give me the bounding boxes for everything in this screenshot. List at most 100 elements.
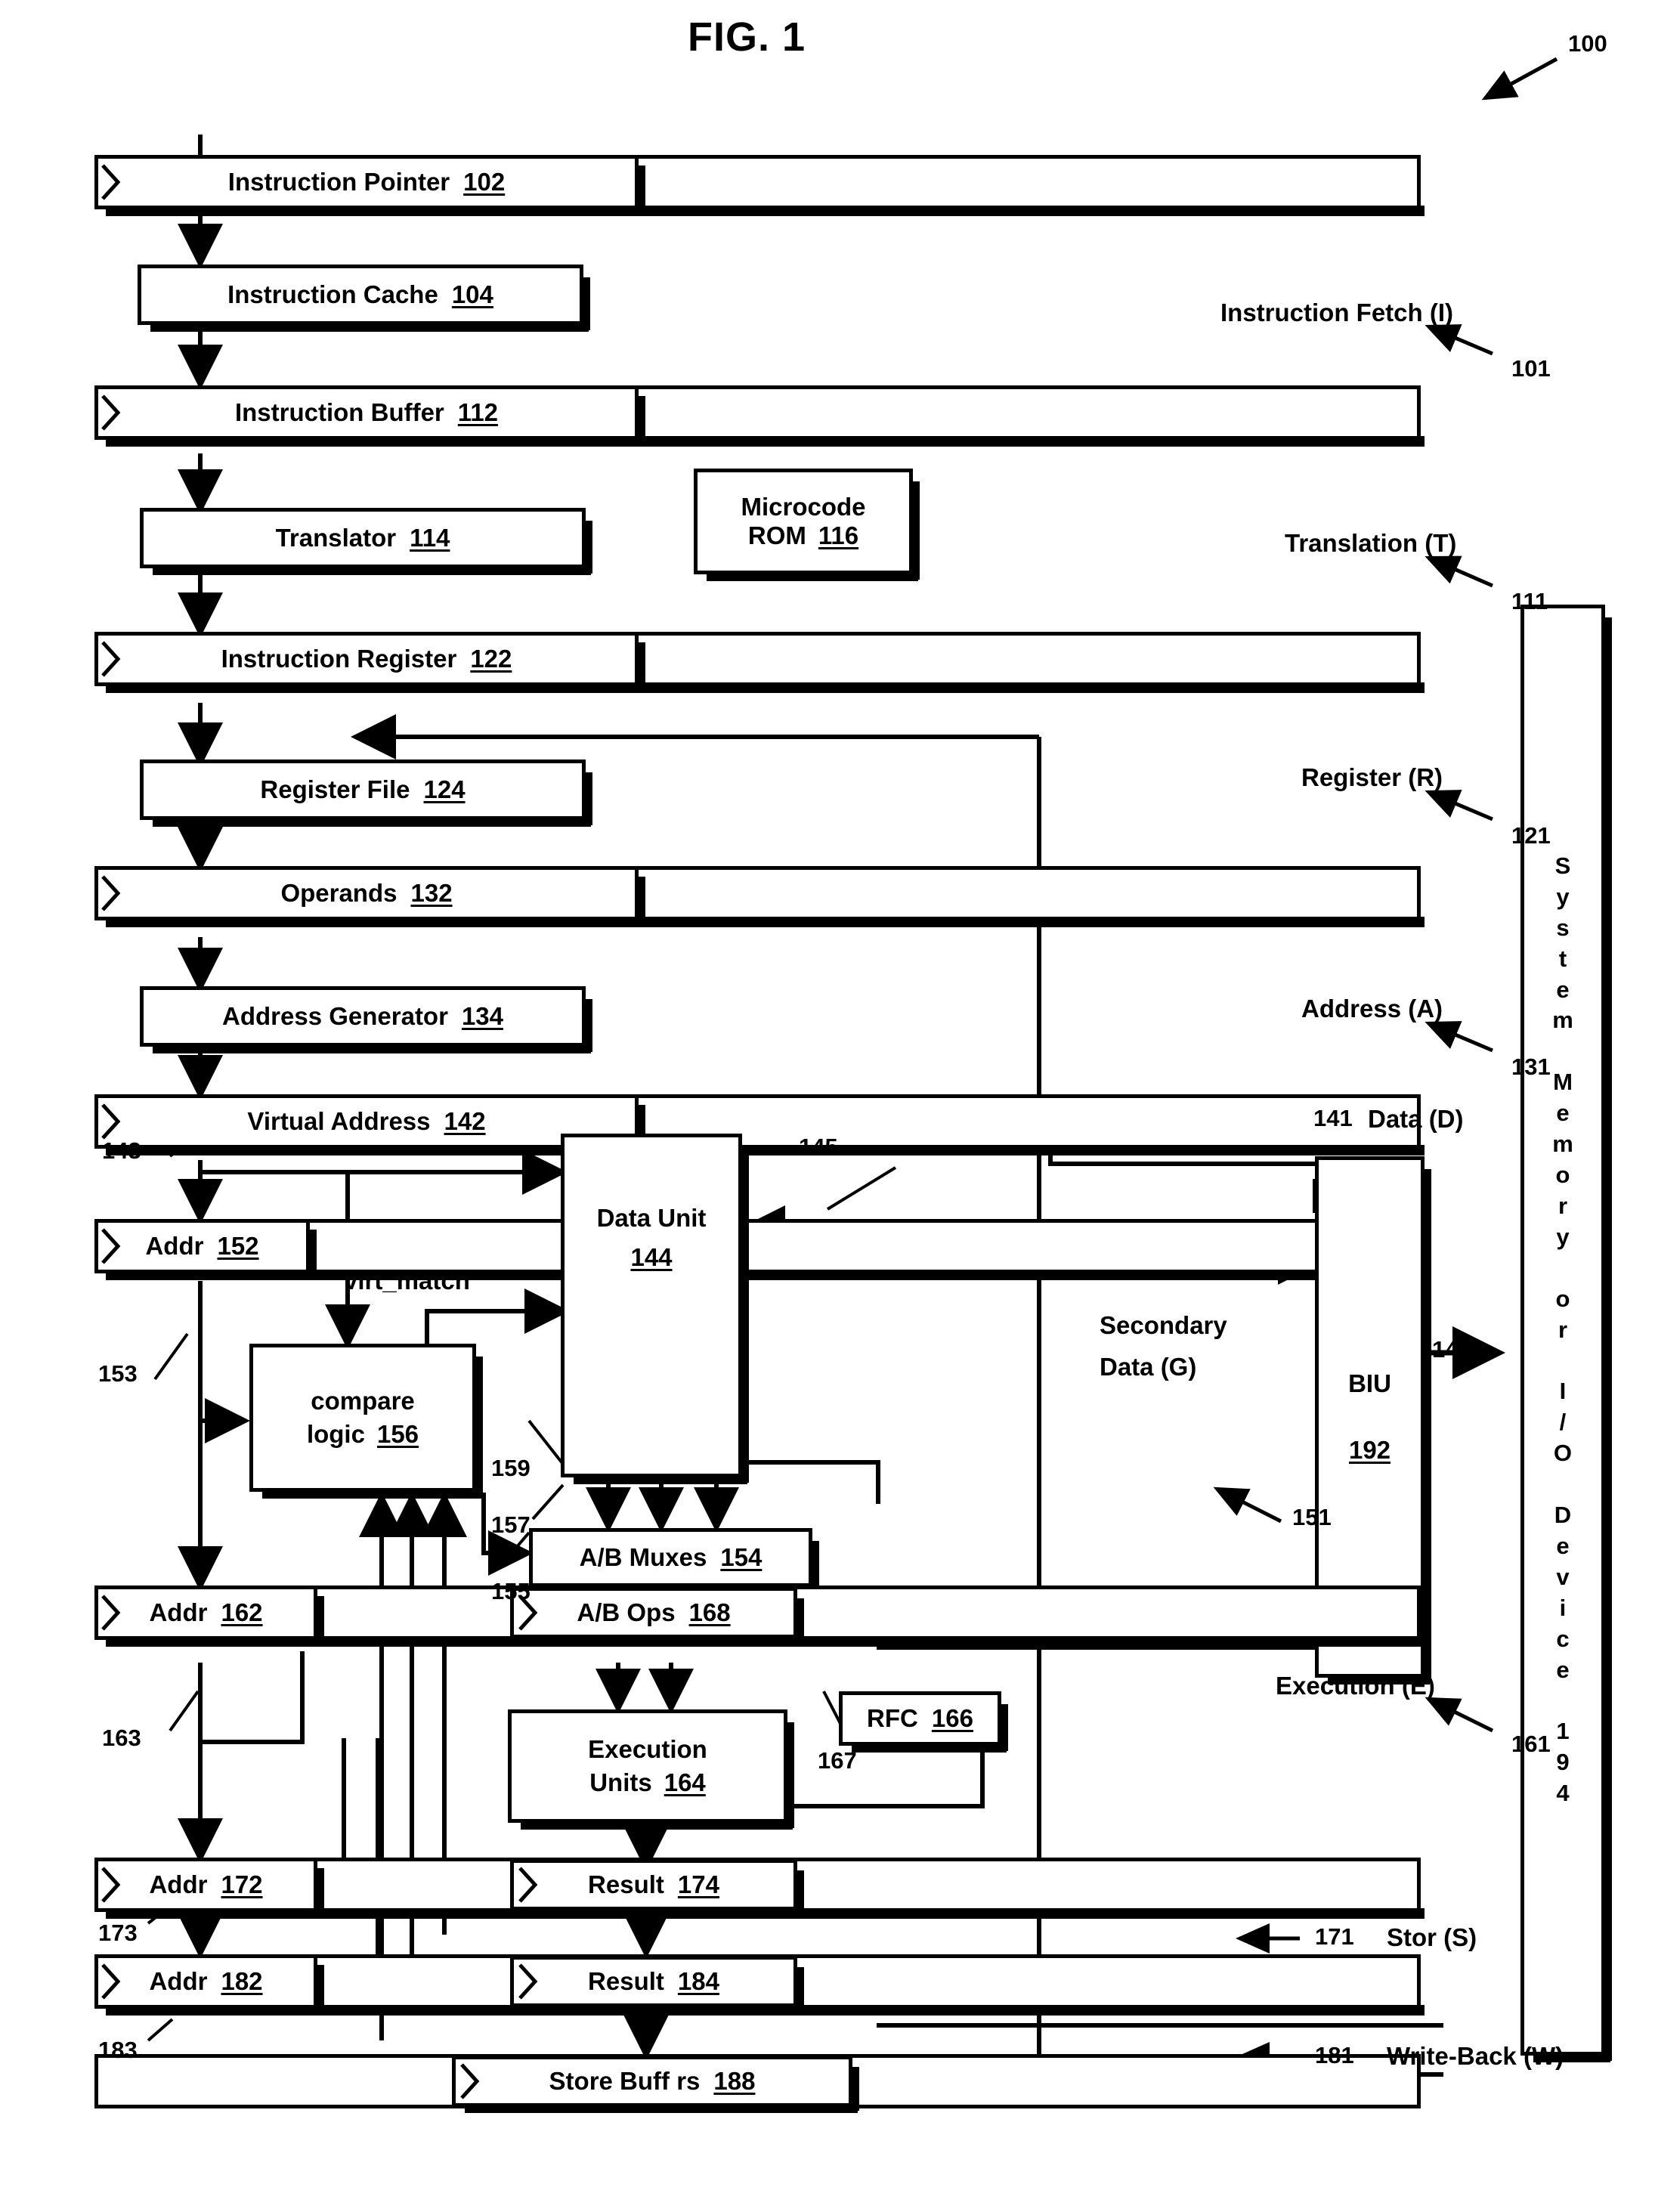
addr-152-ref: 152 bbox=[217, 1232, 259, 1260]
latch-result-174: Result 174 bbox=[510, 1859, 804, 1917]
latch-chevron-icon bbox=[101, 641, 121, 677]
register-file-ref: 124 bbox=[423, 775, 466, 804]
instruction-register-ref: 122 bbox=[470, 645, 512, 673]
instruction-pointer-ref: 102 bbox=[463, 168, 506, 196]
address-generator-label: Address Generator bbox=[222, 1002, 448, 1031]
ref-numeral-143: 143 bbox=[102, 1137, 141, 1164]
address-generator-ref: 134 bbox=[461, 1002, 503, 1031]
latch-virtual-address: Virtual Address 142 bbox=[94, 1094, 1425, 1155]
ref-numeral-141: 141 bbox=[1313, 1105, 1353, 1131]
ref-numeral-159: 159 bbox=[491, 1455, 531, 1481]
latch-chevron-icon bbox=[101, 394, 121, 431]
box-microcode-rom: Microcode ROM 116 bbox=[694, 469, 920, 581]
result-184-label: Result bbox=[588, 1967, 664, 1995]
latch-instruction-pointer: Instruction Pointer 102 bbox=[94, 155, 1425, 216]
ab-muxes-label: A/B Muxes bbox=[579, 1543, 707, 1572]
virtual-address-ref: 142 bbox=[444, 1107, 486, 1135]
result-184-ref: 184 bbox=[677, 1967, 719, 1995]
latch-addr-152: Addr 152 bbox=[94, 1219, 1425, 1280]
instruction-buffer-label: Instruction Buffer bbox=[234, 398, 444, 426]
box-execution-units: Execution Units 164 bbox=[508, 1709, 794, 1830]
ref-numeral-167: 167 bbox=[818, 1747, 857, 1774]
latch-chevron-icon bbox=[101, 1228, 121, 1264]
microcode-rom-ref: 116 bbox=[818, 521, 859, 549]
operands-label: Operands bbox=[280, 879, 398, 907]
addr-162-label: Addr bbox=[149, 1598, 208, 1626]
ref-numeral-148: 148 bbox=[1432, 1336, 1471, 1363]
stage-label-data: Data (D) bbox=[1368, 1105, 1464, 1133]
stage-label-instruction-fetch: Instruction Fetch (I) bbox=[1220, 299, 1453, 326]
addr-182-ref: 182 bbox=[221, 1967, 263, 1995]
stage-label-secondary-data-line2: Data (G) bbox=[1100, 1353, 1197, 1381]
box-data-unit: Data Unit 144 bbox=[561, 1134, 749, 1484]
stage-label-write-back: Write-Back (W) bbox=[1387, 2042, 1564, 2070]
ref-numeral-157: 157 bbox=[491, 1511, 531, 1538]
addr-182-label: Addr bbox=[149, 1967, 208, 1995]
latch-instruction-buffer: Instruction Buffer 112 bbox=[94, 385, 1425, 447]
latch-result-184: Result 184 bbox=[510, 1956, 804, 2013]
compare-logic-label-line1: compare bbox=[311, 1387, 415, 1415]
biu-ref: 192 bbox=[1348, 1436, 1391, 1464]
execution-units-label-line1: Execution bbox=[588, 1735, 707, 1764]
result-174-label: Result bbox=[588, 1870, 664, 1898]
register-file-label: Register File bbox=[260, 775, 410, 804]
ref-numeral-171: 171 bbox=[1315, 1923, 1354, 1950]
ref-numeral-161: 161 bbox=[1511, 1731, 1551, 1757]
latch-store-buffers: Store Buff rs 188 bbox=[452, 2056, 859, 2113]
store-buffers-label: Store Buff rs bbox=[549, 2067, 701, 2095]
latch-chevron-icon bbox=[101, 1963, 121, 2000]
operands-ref: 132 bbox=[410, 879, 453, 907]
instruction-cache-label: Instruction Cache bbox=[227, 280, 438, 309]
instruction-register-label: Instruction Register bbox=[221, 645, 457, 673]
ref-numeral-131: 131 bbox=[1511, 1053, 1551, 1080]
box-register-file: Register File 124 bbox=[140, 760, 592, 827]
latch-chevron-icon bbox=[101, 164, 121, 200]
signal-label-virt-match: virt_match bbox=[344, 1267, 470, 1295]
rfc-label: RFC bbox=[867, 1704, 918, 1733]
result-174-ref: 174 bbox=[677, 1870, 719, 1898]
latch-operands: Operands 132 bbox=[94, 866, 1425, 927]
ref-numeral-151: 151 bbox=[1292, 1504, 1332, 1530]
latch-chevron-icon bbox=[101, 1103, 121, 1140]
store-buffers-ref: 188 bbox=[713, 2067, 756, 2095]
addr-162-ref: 162 bbox=[221, 1598, 263, 1626]
stage-label-store: Stor (S) bbox=[1387, 1923, 1477, 1951]
translator-ref: 114 bbox=[410, 524, 450, 552]
biu-label: BIU bbox=[1348, 1369, 1391, 1398]
translator-label: Translator bbox=[275, 524, 397, 552]
latch-chevron-icon bbox=[101, 1595, 121, 1631]
ab-ops-ref: 168 bbox=[688, 1598, 731, 1626]
system-memory-label: S y s t e m M e m o r y o r I / O D e v … bbox=[1552, 852, 1573, 1807]
execution-units-label-line2: Units bbox=[589, 1768, 652, 1796]
instruction-pointer-label: Instruction Pointer bbox=[227, 168, 450, 196]
box-rfc: RFC 166 bbox=[839, 1691, 1008, 1753]
box-instruction-cache: Instruction Cache 104 bbox=[138, 265, 590, 332]
latch-chevron-icon bbox=[518, 1963, 538, 2000]
box-compare-logic: compare logic 156 bbox=[249, 1344, 483, 1499]
latch-chevron-icon bbox=[518, 1867, 538, 1903]
rfc-ref: 166 bbox=[931, 1704, 973, 1733]
ref-numeral-181: 181 bbox=[1315, 2042, 1354, 2068]
microcode-rom-label-line2: ROM bbox=[747, 521, 806, 549]
latch-ab-ops: A/B Ops 168 bbox=[510, 1587, 804, 1644]
ref-numeral-153: 153 bbox=[98, 1360, 138, 1387]
ref-numeral-145: 145 bbox=[799, 1134, 838, 1160]
box-translator: Translator 114 bbox=[140, 508, 592, 575]
compare-logic-label-line2: logic bbox=[306, 1420, 365, 1448]
ref-numeral-183: 183 bbox=[98, 2037, 138, 2063]
addr-152-label: Addr bbox=[145, 1232, 204, 1260]
ab-ops-label: A/B Ops bbox=[577, 1598, 676, 1626]
ref-numeral-163: 163 bbox=[102, 1725, 141, 1751]
instruction-cache-ref: 104 bbox=[451, 280, 493, 309]
stage-label-execution: Execution (E) bbox=[1276, 1672, 1435, 1700]
compare-logic-ref: 156 bbox=[376, 1420, 419, 1448]
ab-muxes-ref: 154 bbox=[720, 1543, 763, 1572]
microcode-rom-label-line1: Microcode bbox=[741, 493, 866, 521]
stage-label-register: Register (R) bbox=[1301, 763, 1443, 791]
box-ab-muxes: A/B Muxes 154 bbox=[529, 1528, 819, 1594]
patent-figure-1: FIG. 1 100 Instruction Pointer 102 Instr… bbox=[0, 0, 1655, 2212]
ref-numeral-121: 121 bbox=[1511, 822, 1551, 849]
ref-numeral-101: 101 bbox=[1511, 355, 1551, 382]
stage-label-secondary-data-line1: Secondary bbox=[1100, 1311, 1227, 1339]
latch-instruction-register: Instruction Register 122 bbox=[94, 632, 1425, 693]
